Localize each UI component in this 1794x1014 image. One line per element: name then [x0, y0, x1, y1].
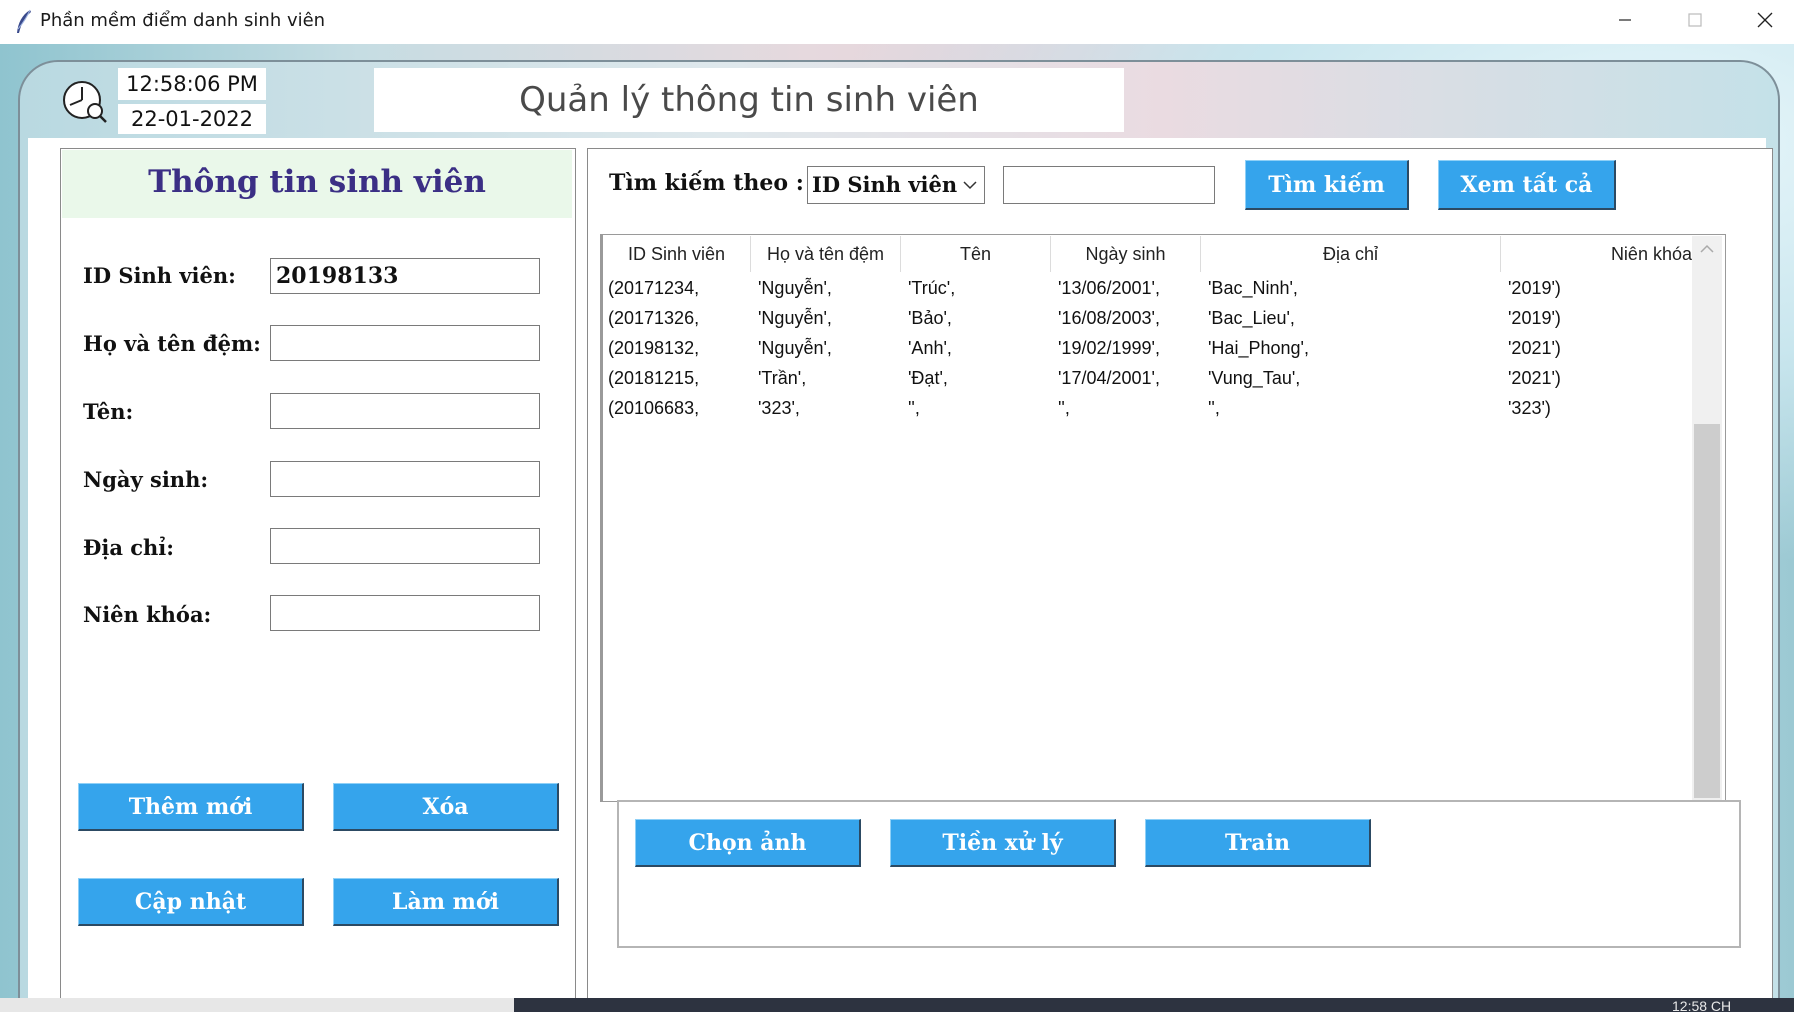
train-button[interactable]: Train: [1145, 819, 1371, 867]
cell-birth-date: '19/02/1999',: [1058, 338, 1160, 358]
minimize-icon: [1617, 12, 1633, 33]
view-all-button[interactable]: Xem tất cả: [1438, 160, 1616, 210]
cell-first-name: 'Anh',: [908, 338, 952, 358]
close-icon: [1756, 11, 1774, 34]
cell-middle-name: 'Nguyễn',: [758, 338, 832, 358]
search-by-label: Tìm kiếm theo :: [609, 170, 804, 196]
middle-name-input[interactable]: [270, 325, 540, 361]
cell-id: (20181215,: [608, 368, 700, 388]
cell-middle-name: 'Nguyễn',: [758, 308, 832, 328]
student-info-title: Thông tin sinh viên: [148, 164, 486, 200]
student-id-input[interactable]: 20198133: [270, 258, 540, 294]
cell-middle-name: 'Nguyễn',: [758, 278, 832, 298]
cell-birth-date: '16/08/2003',: [1058, 308, 1160, 328]
cell-birth-date: '',: [1058, 398, 1070, 418]
cell-id: (20171234,: [608, 278, 700, 298]
refresh-form-button[interactable]: Làm mới: [333, 878, 559, 926]
first-name-input[interactable]: [270, 393, 540, 429]
minimize-button[interactable]: [1590, 0, 1660, 44]
table-row[interactable]: (20106683, '323', '', '', '', '323'): [603, 396, 1692, 426]
cell-first-name: 'Trúc',: [908, 278, 956, 298]
update-student-button[interactable]: Cập nhật: [78, 878, 304, 926]
column-header-first-name[interactable]: Tên: [901, 236, 1051, 272]
column-header-academic-year[interactable]: Niên khóa: [1501, 236, 1692, 272]
table-row[interactable]: (20181215, 'Trần', 'Đạt', '17/04/2001', …: [603, 366, 1692, 396]
close-button[interactable]: [1730, 0, 1794, 44]
delete-student-button[interactable]: Xóa: [333, 783, 559, 831]
add-student-button[interactable]: Thêm mới: [78, 783, 304, 831]
search-button[interactable]: Tìm kiếm: [1245, 160, 1409, 210]
cell-address: 'Vung_Tau',: [1208, 368, 1301, 388]
column-header-address[interactable]: Địa chỉ: [1201, 236, 1501, 272]
taskbar-apps: [514, 998, 1794, 1012]
address-input[interactable]: [270, 528, 540, 564]
maximize-button[interactable]: [1660, 0, 1730, 44]
column-header-middle-name[interactable]: Họ và tên đệm: [751, 236, 901, 272]
cell-birth-date: '13/06/2001',: [1058, 278, 1160, 298]
cell-first-name: 'Đạt',: [908, 368, 948, 388]
cell-middle-name: '323',: [758, 398, 800, 418]
cell-academic-year: '2019'): [1508, 278, 1561, 298]
preprocess-button[interactable]: Tiền xử lý: [890, 819, 1116, 867]
cell-academic-year: '323'): [1508, 398, 1551, 418]
table-row[interactable]: (20171326, 'Nguyễn', 'Bảo', '16/08/2003'…: [603, 306, 1692, 336]
choose-image-button[interactable]: Chọn ảnh: [635, 819, 861, 867]
cell-first-name: 'Bảo',: [908, 308, 952, 328]
first-name-label: Tên:: [83, 399, 134, 424]
middle-name-label: Họ và tên đệm:: [83, 331, 261, 356]
taskbar-clock: 12:58 CH: [1672, 998, 1732, 1014]
maximize-icon: [1687, 12, 1703, 33]
birth-date-input[interactable]: [270, 461, 540, 497]
table-row[interactable]: (20198132, 'Nguyễn', 'Anh', '19/02/1999'…: [603, 336, 1692, 366]
cell-middle-name: 'Trần',: [758, 368, 807, 388]
scrollbar-thumb[interactable]: [1694, 424, 1720, 798]
chevron-down-icon: [962, 178, 978, 196]
cell-id: (20198132,: [608, 338, 700, 358]
address-label: Địa chỉ:: [83, 535, 175, 560]
column-header-id[interactable]: ID Sinh viên: [603, 236, 751, 272]
birth-date-label: Ngày sinh:: [83, 467, 209, 492]
window-title: Phần mềm điểm danh sinh viên: [40, 10, 326, 31]
feather-icon: [14, 9, 34, 35]
cell-address: 'Hai_Phong',: [1208, 338, 1309, 358]
search-field-value: ID Sinh viên: [812, 172, 958, 197]
column-header-birth-date[interactable]: Ngày sinh: [1051, 236, 1201, 272]
student-id-label: ID Sinh viên:: [83, 263, 236, 288]
time-display: 12:58:06 PM: [118, 68, 266, 100]
page-title: Quản lý thông tin sinh viên: [519, 80, 979, 120]
cell-address: 'Bac_Ninh',: [1208, 278, 1298, 298]
academic-year-input[interactable]: [270, 595, 540, 631]
cell-address: 'Bac_Lieu',: [1208, 308, 1295, 328]
cell-academic-year: '2019'): [1508, 308, 1561, 328]
search-input[interactable]: [1003, 166, 1215, 204]
cell-birth-date: '17/04/2001',: [1058, 368, 1160, 388]
clock-icon: [62, 78, 108, 124]
cell-first-name: '',: [908, 398, 920, 418]
chevron-up-icon[interactable]: [1699, 242, 1715, 260]
cell-id: (20171326,: [608, 308, 700, 328]
cell-id: (20106683,: [608, 398, 700, 418]
cell-academic-year: '2021'): [1508, 338, 1561, 358]
date-display: 22-01-2022: [118, 104, 266, 134]
academic-year-label: Niên khóa:: [83, 602, 212, 627]
table-row[interactable]: (20171234, 'Nguyễn', 'Trúc', '13/06/2001…: [603, 276, 1692, 306]
cell-academic-year: '2021'): [1508, 368, 1561, 388]
cell-address: '',: [1208, 398, 1220, 418]
